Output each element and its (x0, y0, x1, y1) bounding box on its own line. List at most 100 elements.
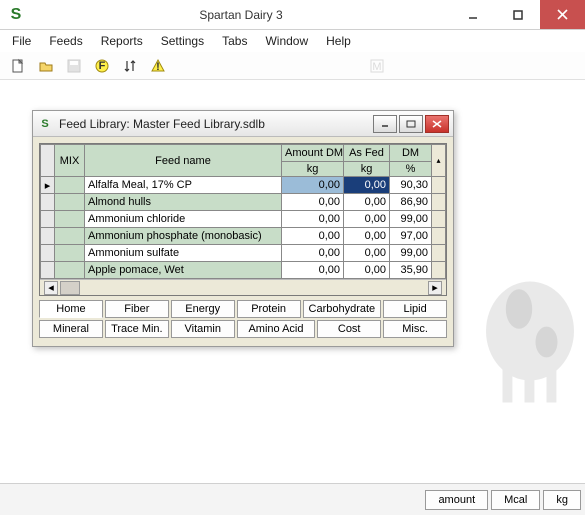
cell-amount[interactable]: 0,00 (282, 228, 344, 245)
sort-icon[interactable] (120, 56, 140, 76)
table-row[interactable]: Ammonium phosphate (monobasic)0,000,0097… (41, 228, 446, 245)
table-row[interactable]: Ammonium chloride0,000,0099,00 (41, 211, 446, 228)
cell-asfed[interactable]: 0,00 (344, 228, 390, 245)
vscroll-track[interactable] (432, 211, 446, 228)
child-maximize-button[interactable] (399, 115, 423, 133)
tab-vitamin[interactable]: Vitamin (171, 320, 235, 338)
col-mix[interactable]: MIX (55, 145, 85, 177)
tabs-area: Home Fiber Energy Protein Carbohydrate L… (33, 298, 453, 346)
warning-icon[interactable]: ! (148, 56, 168, 76)
row-marker (41, 194, 55, 211)
table-row[interactable]: Almond hulls0,000,0086,90 (41, 194, 446, 211)
close-button[interactable] (540, 0, 585, 29)
cell-amount[interactable]: 0,00 (282, 245, 344, 262)
workspace: S Feed Library: Master Feed Library.sdlb… (0, 80, 585, 479)
col-asfed-unit: kg (344, 162, 390, 177)
child-window-controls (373, 115, 449, 133)
cell-dm[interactable]: 99,00 (390, 245, 432, 262)
row-marker (41, 228, 55, 245)
cell-asfed[interactable]: 0,00 (344, 245, 390, 262)
menu-feeds[interactable]: Feeds (41, 32, 90, 50)
cell-asfed[interactable]: 0,00 (344, 262, 390, 279)
cell-mix[interactable] (55, 228, 85, 245)
col-feedname[interactable]: Feed name (85, 145, 282, 177)
cell-dm[interactable]: 35,90 (390, 262, 432, 279)
vscroll-track[interactable] (432, 194, 446, 211)
table-row[interactable]: Ammonium sulfate0,000,0099,00 (41, 245, 446, 262)
cell-mix[interactable] (55, 177, 85, 194)
col-asfed[interactable]: As Fed (344, 145, 390, 162)
tab-aminoacid[interactable]: Amino Acid (237, 320, 316, 338)
cell-mix[interactable] (55, 194, 85, 211)
cell-asfed[interactable]: 0,00 (344, 177, 390, 194)
cell-feedname[interactable]: Almond hulls (85, 194, 282, 211)
col-dm[interactable]: DM (390, 145, 432, 162)
tab-cost[interactable]: Cost (317, 320, 381, 338)
status-amount-button[interactable]: amount (425, 490, 488, 510)
tab-tracemin[interactable]: Trace Min. (105, 320, 169, 338)
menu-window[interactable]: Window (257, 32, 316, 50)
table-row[interactable]: Apple pomace, Wet0,000,0035,90 (41, 262, 446, 279)
tab-misc[interactable]: Misc. (383, 320, 447, 338)
cell-amount[interactable]: 0,00 (282, 177, 344, 194)
feed-table[interactable]: MIX Feed name Amount DM As Fed DM ▴ kg k… (40, 144, 446, 279)
menu-settings[interactable]: Settings (153, 32, 212, 50)
scroll-right-button[interactable]: ▸ (428, 281, 442, 295)
open-icon[interactable] (36, 56, 56, 76)
cell-dm[interactable]: 99,00 (390, 211, 432, 228)
cell-asfed[interactable]: 0,00 (344, 194, 390, 211)
menu-tabs[interactable]: Tabs (214, 32, 255, 50)
grid-container: MIX Feed name Amount DM As Fed DM ▴ kg k… (33, 137, 453, 298)
cell-asfed[interactable]: 0,00 (344, 211, 390, 228)
cell-dm[interactable]: 86,90 (390, 194, 432, 211)
new-icon[interactable] (8, 56, 28, 76)
row-marker (41, 245, 55, 262)
menu-help[interactable]: Help (318, 32, 359, 50)
child-close-button[interactable] (425, 115, 449, 133)
maximize-button[interactable] (495, 0, 540, 29)
tab-fiber[interactable]: Fiber (105, 300, 169, 318)
child-minimize-button[interactable] (373, 115, 397, 133)
col-amount[interactable]: Amount DM (282, 145, 344, 162)
tab-protein[interactable]: Protein (237, 300, 301, 318)
vscroll-up[interactable]: ▴ (432, 145, 446, 177)
cell-feedname[interactable]: Ammonium chloride (85, 211, 282, 228)
window-controls (450, 0, 585, 29)
tab-lipid[interactable]: Lipid (383, 300, 447, 318)
scroll-left-button[interactable]: ◂ (44, 281, 58, 295)
vscroll-track[interactable] (432, 262, 446, 279)
vscroll-track[interactable] (432, 177, 446, 194)
cell-dm[interactable]: 97,00 (390, 228, 432, 245)
status-mcal-button[interactable]: Mcal (491, 490, 540, 510)
child-titlebar: S Feed Library: Master Feed Library.sdlb (33, 111, 453, 137)
cell-mix[interactable] (55, 245, 85, 262)
table-row[interactable]: ▸Alfalfa Meal, 17% CP0,000,0090,30 (41, 177, 446, 194)
tab-home[interactable]: Home (39, 300, 103, 318)
cell-feedname[interactable]: Ammonium phosphate (monobasic) (85, 228, 282, 245)
cell-mix[interactable] (55, 262, 85, 279)
vscroll-track[interactable] (432, 228, 446, 245)
toolbar: F ! M (0, 52, 585, 80)
feed-icon[interactable]: F (92, 56, 112, 76)
cell-amount[interactable]: 0,00 (282, 262, 344, 279)
status-kg-button[interactable]: kg (543, 490, 581, 510)
tab-carbohydrate[interactable]: Carbohydrate (303, 300, 382, 318)
vscroll-track[interactable] (432, 245, 446, 262)
tab-energy[interactable]: Energy (171, 300, 235, 318)
menu-reports[interactable]: Reports (93, 32, 151, 50)
tab-row-2: Mineral Trace Min. Vitamin Amino Acid Co… (39, 320, 447, 338)
cell-amount[interactable]: 0,00 (282, 194, 344, 211)
tab-mineral[interactable]: Mineral (39, 320, 103, 338)
cell-mix[interactable] (55, 211, 85, 228)
cell-feedname[interactable]: Ammonium sulfate (85, 245, 282, 262)
menu-file[interactable]: File (4, 32, 39, 50)
cell-feedname[interactable]: Apple pomace, Wet (85, 262, 282, 279)
scroll-thumb[interactable] (60, 281, 80, 295)
cell-amount[interactable]: 0,00 (282, 211, 344, 228)
minimize-button[interactable] (450, 0, 495, 29)
hscrollbar[interactable]: ◂ ▸ (40, 279, 446, 295)
cell-dm[interactable]: 90,30 (390, 177, 432, 194)
svg-text:M: M (372, 61, 381, 73)
cell-feedname[interactable]: Alfalfa Meal, 17% CP (85, 177, 282, 194)
scroll-track[interactable] (60, 281, 426, 295)
